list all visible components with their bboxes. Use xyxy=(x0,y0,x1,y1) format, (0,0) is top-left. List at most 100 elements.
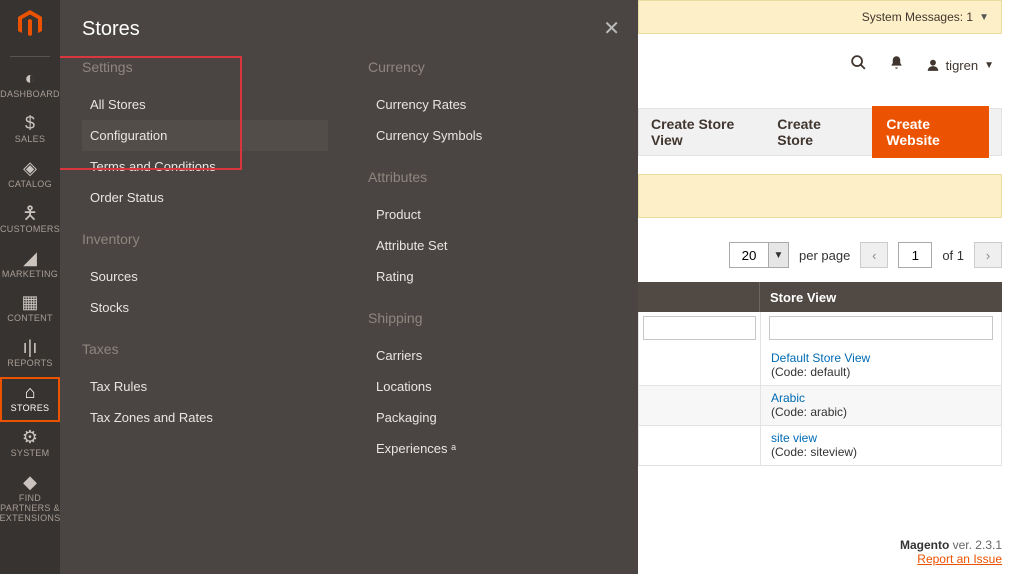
link-currency-symbols[interactable]: Currency Symbols xyxy=(368,120,614,151)
store-view-link[interactable]: Default Store View xyxy=(771,351,870,365)
store-icon: ⌂ xyxy=(25,383,36,401)
store-view-code: (Code: default) xyxy=(771,365,850,379)
link-configuration[interactable]: Configuration xyxy=(82,120,328,151)
nav-label: MARKETING xyxy=(2,270,58,280)
page-input[interactable] xyxy=(898,242,932,268)
filter-store-view[interactable] xyxy=(769,316,993,340)
stores-flyout: Stores ✕ Settings All Stores Configurati… xyxy=(60,0,638,574)
nav-customers[interactable]: 🯅 CUSTOMERS xyxy=(0,198,60,243)
link-sources[interactable]: Sources xyxy=(82,261,328,292)
nav-label: CONTENT xyxy=(7,314,53,324)
magento-logo[interactable] xyxy=(14,8,46,40)
layout-icon: ▦ xyxy=(21,293,38,311)
create-store-view-button[interactable]: Create Store View xyxy=(651,116,755,148)
magento-logo-icon xyxy=(16,10,44,38)
group-inventory: Inventory xyxy=(82,231,328,247)
per-page-label: per page xyxy=(799,248,850,263)
group-taxes: Taxes xyxy=(82,341,328,357)
page-footer: Magento ver. 2.3.1 Report an Issue xyxy=(900,538,1002,566)
nav-sales[interactable]: $ SALES xyxy=(0,108,60,153)
gear-icon: ⚙ xyxy=(22,428,38,446)
next-page-button[interactable]: › xyxy=(974,242,1002,268)
chevron-down-icon: ▼ xyxy=(979,12,989,23)
system-messages-text: System Messages: 1 xyxy=(862,10,973,24)
prev-page-button[interactable]: ‹ xyxy=(860,242,888,268)
grid-row: Default Store View (Code: default) xyxy=(638,346,1002,386)
group-attributes: Attributes xyxy=(368,169,614,185)
link-experiences[interactable]: Experiences ᵃ xyxy=(368,433,614,464)
grid-pager: ▼ per page ‹ of 1 › xyxy=(638,236,1002,274)
nav-label: REPORTS xyxy=(7,359,52,369)
link-stocks[interactable]: Stocks xyxy=(82,292,328,323)
tag-icon: ◈ xyxy=(23,159,37,177)
gauge-icon: ◐ xyxy=(25,69,36,87)
nav-find-partners[interactable]: ◆ FIND PARTNERS & EXTENSIONS xyxy=(0,467,60,532)
system-messages[interactable]: System Messages: 1 ▼ xyxy=(638,0,1002,34)
search-icon[interactable] xyxy=(850,54,867,76)
nav-label: FIND PARTNERS & EXTENSIONS xyxy=(0,494,61,524)
flyout-col-2: Currency Currency Rates Currency Symbols… xyxy=(368,59,614,464)
store-view-link[interactable]: Arabic xyxy=(771,391,805,405)
link-currency-rates[interactable]: Currency Rates xyxy=(368,89,614,120)
user-name: tigren xyxy=(946,58,979,73)
footer-brand: Magento xyxy=(900,538,949,552)
notice-banner xyxy=(638,174,1002,218)
flyout-col-1: Settings All Stores Configuration Terms … xyxy=(82,59,328,464)
nav-catalog[interactable]: ◈ CATALOG xyxy=(0,153,60,198)
flyout-title: Stores xyxy=(82,18,614,41)
link-terms-conditions[interactable]: Terms and Conditions xyxy=(82,151,328,182)
link-carriers[interactable]: Carriers xyxy=(368,340,614,371)
nav-stores[interactable]: ⌂ STORES xyxy=(0,377,60,422)
link-rating[interactable]: Rating xyxy=(368,261,614,292)
dollar-icon: $ xyxy=(25,114,35,132)
create-website-button[interactable]: Create Website xyxy=(872,106,989,158)
admin-sidebar: ◐ DASHBOARD $ SALES ◈ CATALOG 🯅 CUSTOMER… xyxy=(0,0,60,574)
nav-content[interactable]: ▦ CONTENT xyxy=(0,287,60,332)
user-menu[interactable]: tigren ▼ xyxy=(926,58,994,73)
group-shipping: Shipping xyxy=(368,310,614,326)
group-settings: Settings xyxy=(82,59,328,75)
bell-icon[interactable] xyxy=(889,54,904,76)
top-toolbar: tigren ▼ xyxy=(638,34,1002,96)
link-packaging[interactable]: Packaging xyxy=(368,402,614,433)
group-currency: Currency xyxy=(368,59,614,75)
link-tax-rules[interactable]: Tax Rules xyxy=(82,371,328,402)
grid-filter-row xyxy=(638,312,1002,346)
link-order-status[interactable]: Order Status xyxy=(82,182,328,213)
create-store-button[interactable]: Create Store xyxy=(777,116,850,148)
chart-icon: ı|ı xyxy=(23,338,38,356)
partners-icon: ◆ xyxy=(23,473,37,491)
per-page-input[interactable] xyxy=(729,242,769,268)
grid-header: Store View xyxy=(638,282,1002,312)
filter-input-1[interactable] xyxy=(643,316,756,340)
nav-system[interactable]: ⚙ SYSTEM xyxy=(0,422,60,467)
person-icon: 🯅 xyxy=(22,204,38,222)
link-tax-zones[interactable]: Tax Zones and Rates xyxy=(82,402,328,433)
page-of-label: of 1 xyxy=(942,248,964,263)
close-icon[interactable]: ✕ xyxy=(603,16,620,41)
link-attribute-set[interactable]: Attribute Set xyxy=(368,230,614,261)
nav-label: SALES xyxy=(15,135,46,145)
chevron-down-icon: ▼ xyxy=(984,60,994,71)
nav-label: DASHBOARD xyxy=(0,90,60,100)
grid-row: Arabic (Code: arabic) xyxy=(638,386,1002,426)
col-store-view[interactable]: Store View xyxy=(760,282,1002,312)
megaphone-icon: ◢ xyxy=(23,249,37,267)
store-view-link[interactable]: site view xyxy=(771,431,817,445)
per-page-dropdown[interactable]: ▼ xyxy=(769,242,789,268)
nav-marketing[interactable]: ◢ MARKETING xyxy=(0,243,60,288)
grid-row: site view (Code: siteview) xyxy=(638,426,1002,466)
store-view-code: (Code: siteview) xyxy=(771,445,857,459)
nav-dashboard[interactable]: ◐ DASHBOARD xyxy=(0,63,60,108)
user-icon xyxy=(926,58,940,72)
link-all-stores[interactable]: All Stores xyxy=(82,89,328,120)
nav-label: STORES xyxy=(11,404,50,414)
nav-reports[interactable]: ı|ı REPORTS xyxy=(0,332,60,377)
store-view-code: (Code: arabic) xyxy=(771,405,847,419)
report-issue-link[interactable]: Report an Issue xyxy=(917,552,1002,566)
footer-version: ver. 2.3.1 xyxy=(949,538,1002,552)
nav-label: CATALOG xyxy=(8,180,52,190)
link-locations[interactable]: Locations xyxy=(368,371,614,402)
link-product[interactable]: Product xyxy=(368,199,614,230)
nav-label: CUSTOMERS xyxy=(0,225,60,235)
